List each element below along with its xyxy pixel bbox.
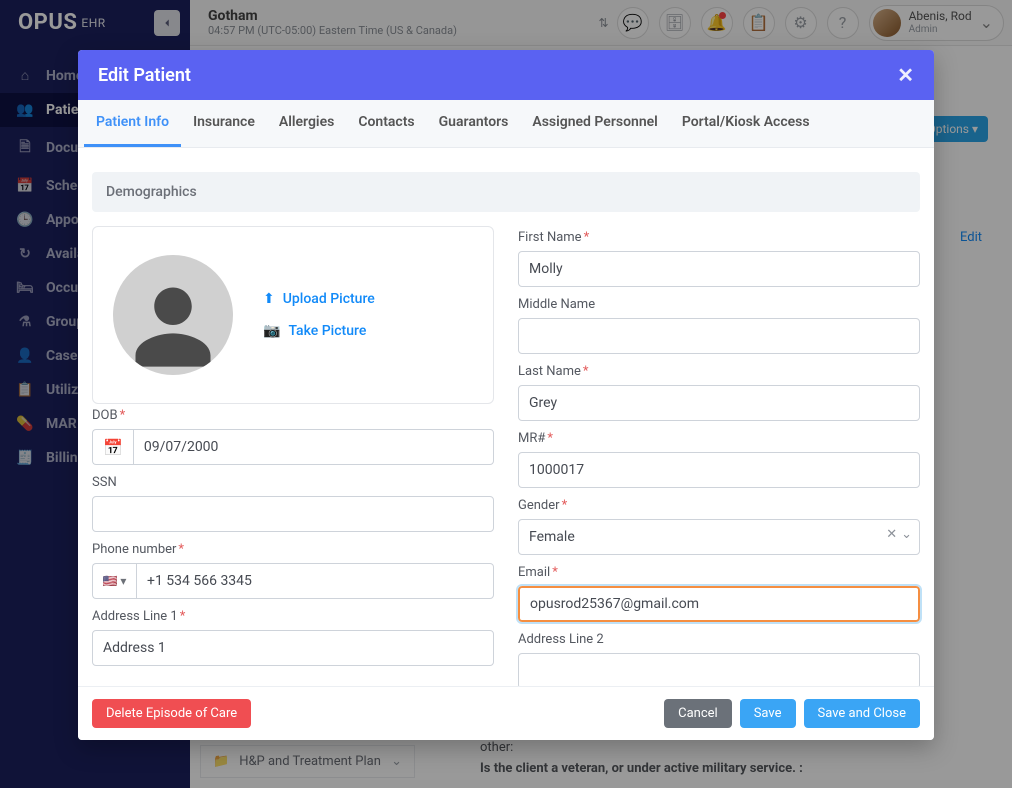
upload-icon: ⬆: [263, 291, 275, 307]
camera-icon: 📷: [263, 323, 280, 339]
ssn-input[interactable]: [92, 496, 494, 532]
tab-assigned-personnel[interactable]: Assigned Personnel: [520, 100, 669, 147]
dob-label: DOB*: [92, 408, 494, 423]
last-name-label: Last Name*: [518, 364, 920, 379]
tab-guarantors[interactable]: Guarantors: [427, 100, 521, 147]
modal-footer: Delete Episode of Care Cancel Save Save …: [78, 686, 934, 740]
modal-header: Edit Patient ✕: [78, 50, 934, 100]
middle-name-input[interactable]: [518, 318, 920, 354]
modal-title: Edit Patient: [98, 65, 191, 86]
clear-icon[interactable]: ✕: [886, 527, 897, 542]
save-button[interactable]: Save: [740, 699, 796, 728]
gender-select[interactable]: [518, 519, 920, 555]
modal-tabs: Patient Info Insurance Allergies Contact…: [78, 100, 934, 148]
tab-allergies[interactable]: Allergies: [267, 100, 346, 147]
middle-name-label: Middle Name: [518, 297, 920, 312]
chevron-down-icon[interactable]: ⌄: [901, 527, 912, 542]
phone-input[interactable]: [136, 563, 494, 599]
first-name-label: First Name*: [518, 230, 920, 245]
section-demographics: Demographics: [92, 172, 920, 212]
ssn-label: SSN: [92, 475, 494, 490]
dob-input[interactable]: [133, 429, 494, 465]
last-name-input[interactable]: [518, 385, 920, 421]
cancel-button[interactable]: Cancel: [664, 699, 732, 728]
take-picture-link[interactable]: 📷Take Picture: [263, 323, 375, 339]
upload-picture-link[interactable]: ⬆Upload Picture: [263, 291, 375, 307]
tab-portal-kiosk[interactable]: Portal/Kiosk Access: [670, 100, 822, 147]
modal-overlay: Edit Patient ✕ Patient Info Insurance Al…: [0, 0, 1012, 788]
phone-country[interactable]: 🇺🇸 ▾: [92, 563, 136, 599]
tab-patient-info[interactable]: Patient Info: [84, 100, 181, 147]
patient-photo-placeholder: [113, 255, 233, 375]
mr-input[interactable]: [518, 452, 920, 488]
addr1-label: Address Line 1*: [92, 609, 494, 624]
addr1-input[interactable]: [92, 630, 494, 666]
demographics-left-column: ⬆Upload Picture 📷Take Picture DOB* 📅 SSN: [92, 226, 494, 686]
gender-label: Gender*: [518, 498, 920, 513]
calendar-icon[interactable]: 📅: [92, 429, 133, 465]
save-close-button[interactable]: Save and Close: [804, 699, 920, 728]
tab-insurance[interactable]: Insurance: [181, 100, 267, 147]
demographics-right-column: First Name* Middle Name Last Name* MR#*: [518, 226, 920, 686]
first-name-input[interactable]: [518, 251, 920, 287]
phone-label: Phone number*: [92, 542, 494, 557]
addr2-label: Address Line 2: [518, 632, 920, 647]
tab-contacts[interactable]: Contacts: [346, 100, 426, 147]
edit-patient-modal: Edit Patient ✕ Patient Info Insurance Al…: [78, 50, 934, 740]
email-label: Email*: [518, 565, 920, 580]
modal-body[interactable]: Demographics ⬆Upload Picture 📷Take Pictu…: [78, 148, 934, 686]
delete-episode-button[interactable]: Delete Episode of Care: [92, 699, 251, 728]
mr-label: MR#*: [518, 431, 920, 446]
modal-close-button[interactable]: ✕: [897, 63, 914, 87]
addr2-input[interactable]: [518, 653, 920, 686]
photo-card: ⬆Upload Picture 📷Take Picture: [92, 226, 494, 404]
silhouette-icon: [123, 275, 223, 375]
email-input[interactable]: [518, 586, 920, 622]
